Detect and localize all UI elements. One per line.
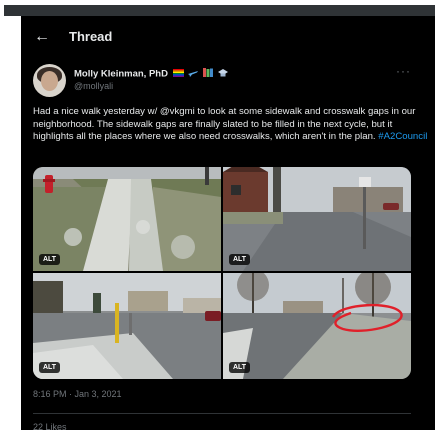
thread-header: ← Thread: [21, 16, 435, 60]
back-arrow-icon[interactable]: ←: [33, 28, 51, 46]
more-options-icon[interactable]: ···: [396, 64, 411, 78]
page-title: Thread: [69, 29, 113, 44]
author-name[interactable]: Molly Kleinman, PhD: [74, 69, 168, 80]
author-name-row[interactable]: Molly Kleinman, PhD: [74, 68, 228, 80]
screenshot-frame: ← Thread Molly Kleinman, PhD @mollyali ·…: [0, 0, 439, 430]
photo-4-image: [223, 273, 411, 379]
likes-count[interactable]: 22 Likes: [33, 422, 67, 430]
photo-3-image: [33, 273, 221, 379]
alt-badge[interactable]: ALT: [229, 254, 251, 265]
thread-panel: ← Thread Molly Kleinman, PhD @mollyali ·…: [21, 16, 435, 430]
airplane-icon: [188, 69, 199, 80]
photo-grid: ALT ALT ALT ALT: [33, 167, 411, 379]
rainbow-flag-icon: [172, 68, 184, 80]
tweet-text-main: Had a nice walk yesterday w/ @vkgmi to l…: [33, 106, 416, 142]
alt-badge[interactable]: ALT: [229, 362, 251, 373]
tweet-timestamp[interactable]: 8:16 PM · Jan 3, 2021: [33, 389, 122, 399]
graduation-cap-icon: [217, 68, 228, 80]
top-strip: [4, 5, 435, 16]
photo-2-image: [223, 167, 411, 271]
tweet-text: Had a nice walk yesterday w/ @vkgmi to l…: [33, 106, 429, 144]
books-icon: [202, 68, 213, 80]
hashtag-link[interactable]: #A2Council: [378, 131, 427, 142]
alt-badge[interactable]: ALT: [39, 254, 61, 265]
divider: [33, 413, 411, 414]
alt-badge[interactable]: ALT: [39, 362, 61, 373]
avatar-face: [41, 71, 58, 91]
author-handle[interactable]: @mollyali: [74, 81, 113, 91]
photo-4[interactable]: ALT: [223, 273, 411, 379]
photo-1[interactable]: ALT: [33, 167, 221, 271]
photo-1-image: [33, 167, 221, 271]
avatar[interactable]: [33, 64, 66, 97]
photo-2[interactable]: ALT: [223, 167, 411, 271]
photo-3[interactable]: ALT: [33, 273, 221, 379]
